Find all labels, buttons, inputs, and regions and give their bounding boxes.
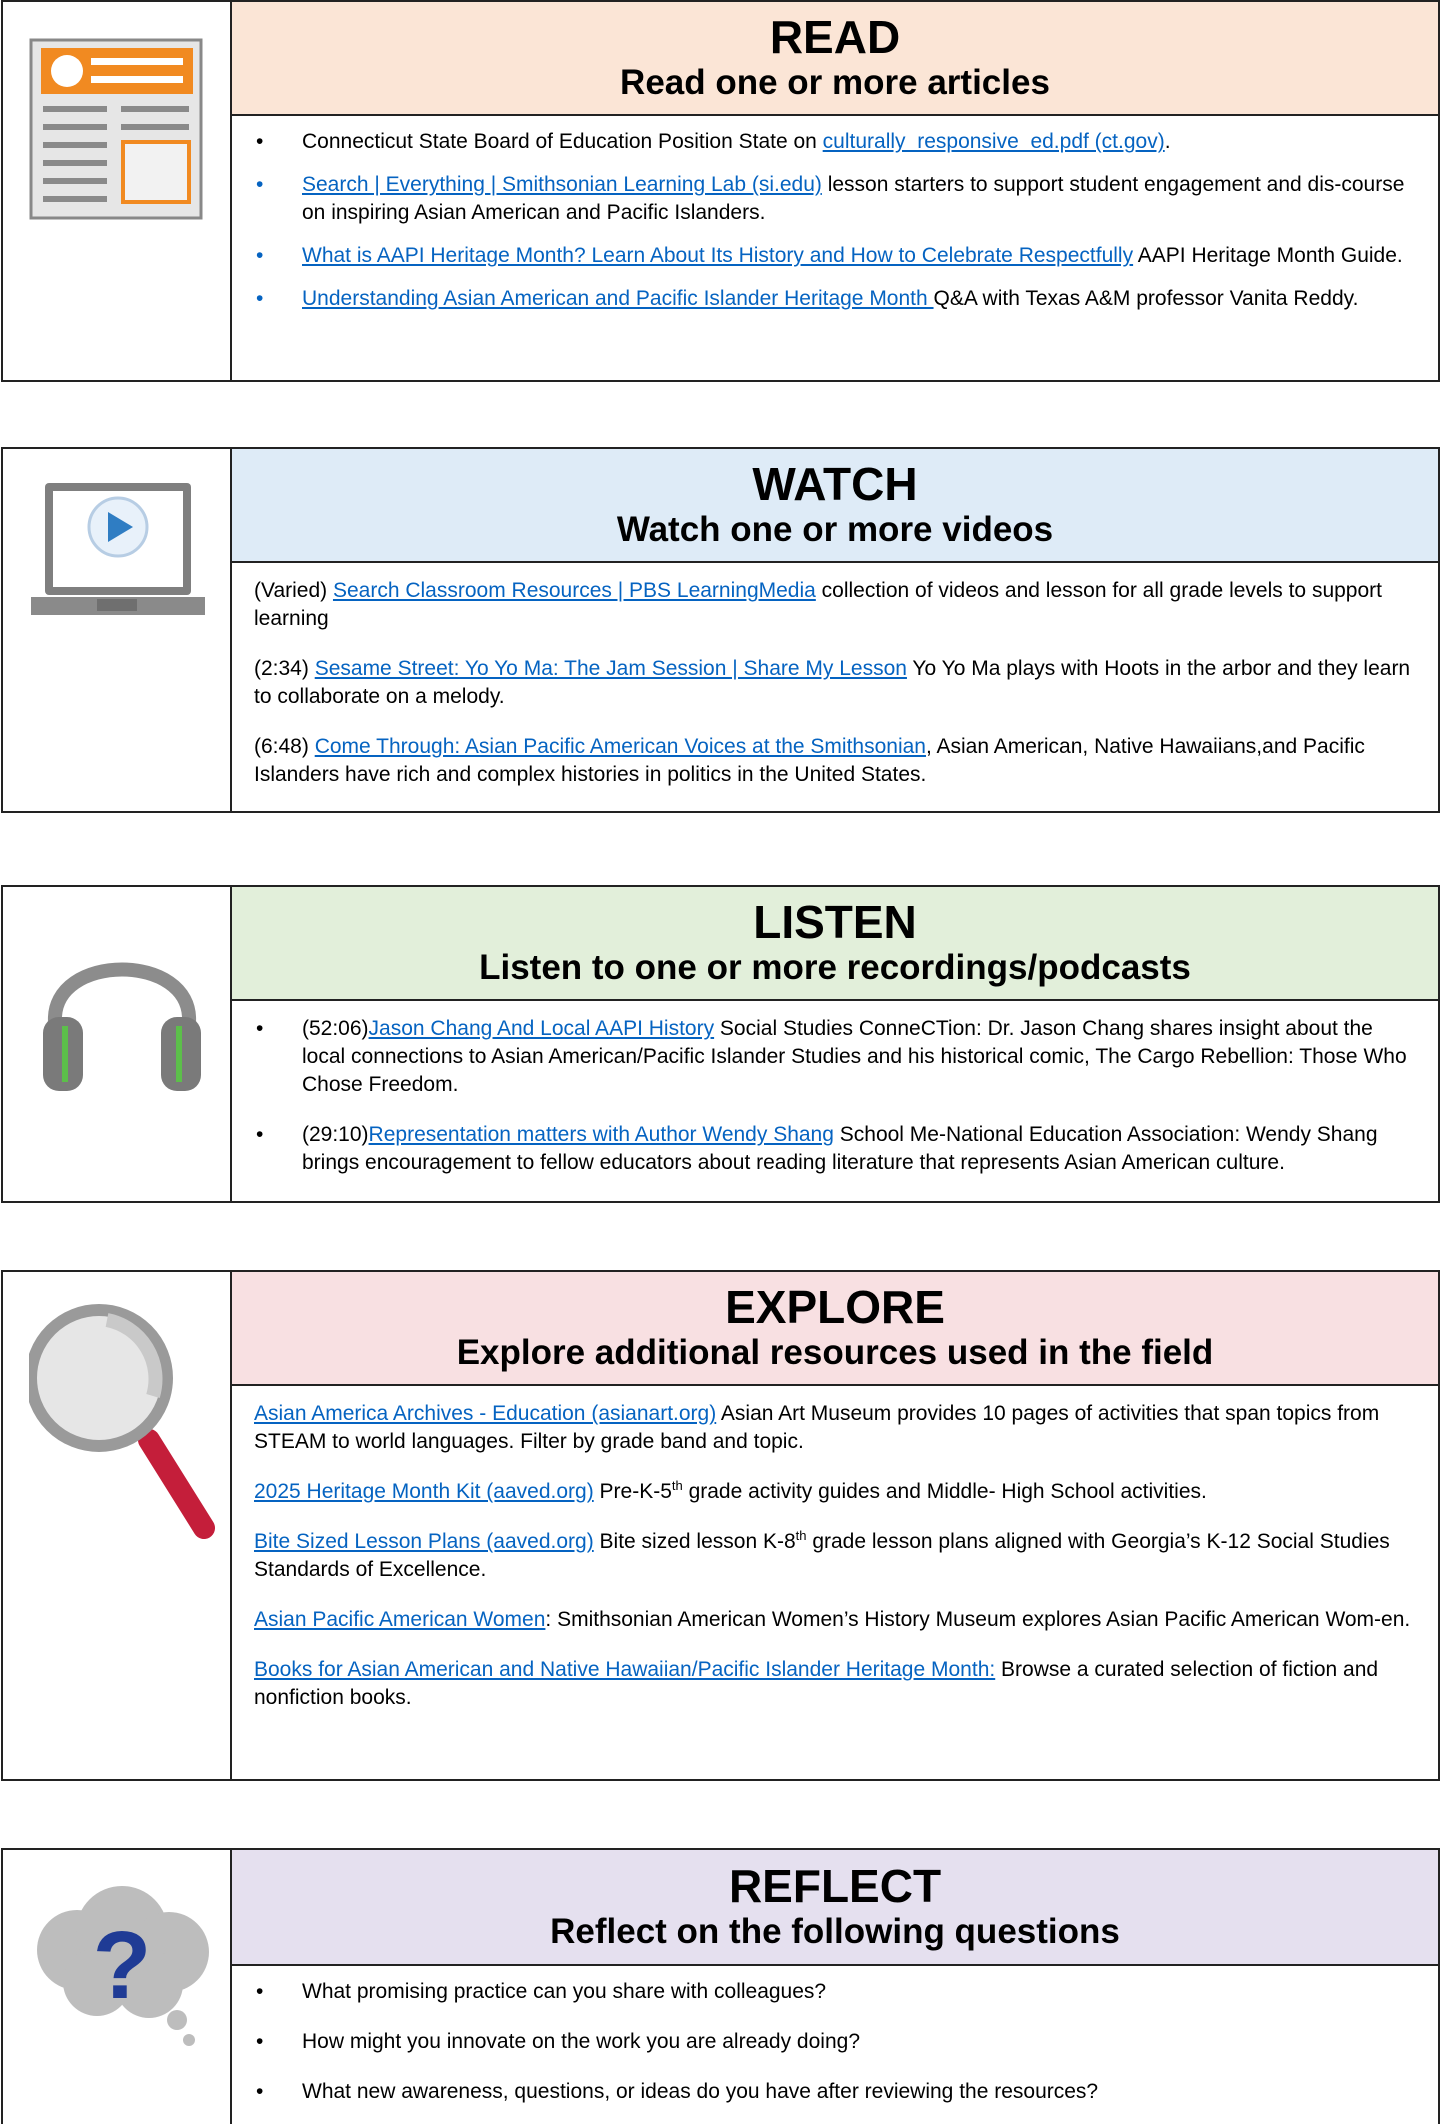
explore-section: EXPLORE Explore additional resources use… xyxy=(1,1270,1440,1781)
bullet: • xyxy=(256,1123,264,1146)
list-item: 2025 Heritage Month Kit (aaved.org) Pre-… xyxy=(254,1478,1207,1503)
resource-link[interactable]: Asian Pacific American Women xyxy=(254,1608,545,1631)
read-section: READ Read one or more articles • Connect… xyxy=(1,0,1440,382)
list-item: Bite Sized Lesson Plans (aaved.org) Bite… xyxy=(254,1528,1390,1581)
explore-icon-cell xyxy=(3,1272,232,1779)
read-subtitle: Read one or more articles xyxy=(620,63,1050,102)
list-item: Books for Asian American and Native Hawa… xyxy=(254,1658,1379,1709)
list-item: • What promising practice can you share … xyxy=(254,1978,1420,2006)
bullet: • xyxy=(256,173,264,196)
video-link[interactable]: Search Classroom Resources | PBS Learnin… xyxy=(333,579,816,602)
bullet: • xyxy=(256,130,264,153)
list-item: Asian America Archives - Education (asia… xyxy=(254,1402,1380,1453)
listen-header: LISTEN Listen to one or more recordings/… xyxy=(232,887,1438,1001)
list-item: • Understanding Asian American and Pacif… xyxy=(254,285,1420,313)
explore-title: EXPLORE xyxy=(725,1281,945,1333)
reflect-icon-cell: ? xyxy=(3,1850,232,2124)
laptop-play-icon xyxy=(31,483,205,615)
resource-link[interactable]: 2025 Heritage Month Kit (aaved.org) xyxy=(254,1480,594,1503)
article-link[interactable]: Understanding Asian American and Pacific… xyxy=(302,287,934,310)
resource-link[interactable]: Books for Asian American and Native Hawa… xyxy=(254,1658,995,1681)
read-icon-cell xyxy=(3,2,232,380)
reflect-title: REFLECT xyxy=(728,1860,942,1912)
watch-title: WATCH xyxy=(752,458,918,510)
reflect-question: What new awareness, questions, or ideas … xyxy=(302,2080,1099,2103)
article-link[interactable]: What is AAPI Heritage Month? Learn About… xyxy=(302,244,1133,267)
podcast-link[interactable]: Representation matters with Author Wendy… xyxy=(369,1123,834,1146)
watch-header: WATCH Watch one or more videos xyxy=(232,449,1438,563)
bullet: • xyxy=(256,244,264,267)
watch-icon-cell xyxy=(3,449,232,811)
list-item: • What new awareness, questions, or idea… xyxy=(254,2078,1420,2106)
video-link[interactable]: Come Through: Asian Pacific American Voi… xyxy=(315,735,926,758)
podcast-link[interactable]: Jason Chang And Local AAPI History xyxy=(369,1017,715,1040)
svg-text:?: ? xyxy=(93,1912,152,2019)
list-item: • Search | Everything | Smithsonian Lear… xyxy=(256,173,1405,224)
resource-link[interactable]: Asian America Archives - Education (asia… xyxy=(254,1402,716,1425)
list-item: • How might you innovate on the work you… xyxy=(254,2028,1420,2056)
article-link[interactable]: Search | Everything | Smithsonian Learni… xyxy=(302,173,822,196)
list-item: (Varied) Search Classroom Resources | PB… xyxy=(254,579,1382,630)
listen-icon-cell xyxy=(3,887,232,1201)
read-title: READ xyxy=(769,11,901,63)
list-item: (6:48) Come Through: Asian Pacific Ameri… xyxy=(254,735,1365,786)
watch-subtitle: Watch one or more videos xyxy=(616,510,1054,549)
reflect-subtitle: Reflect on the following questions xyxy=(550,1912,1120,1951)
bullet: • xyxy=(256,2030,264,2053)
reflect-section: ? REFLECT Reflect on the following quest… xyxy=(1,1848,1440,2124)
bullet: • xyxy=(256,287,264,310)
list-item: • (29:10)Representation matters with Aut… xyxy=(256,1123,1378,1174)
bullet: • xyxy=(256,1017,264,1040)
listen-section: LISTEN Listen to one or more recordings/… xyxy=(1,885,1440,1203)
question-cloud-icon: ? xyxy=(37,1886,209,2046)
list-item: Asian Pacific American Women: Smithsonia… xyxy=(254,1608,1411,1631)
list-item: • (52:06)Jason Chang And Local AAPI Hist… xyxy=(256,1017,1407,1096)
reflect-question: How might you innovate on the work you a… xyxy=(302,2030,860,2053)
video-link[interactable]: Sesame Street: Yo Yo Ma: The Jam Session… xyxy=(315,657,907,680)
reflect-question: What promising practice can you share wi… xyxy=(302,1980,827,2003)
resource-link[interactable]: Bite Sized Lesson Plans (aaved.org) xyxy=(254,1530,594,1553)
magnifier-icon xyxy=(29,1304,215,1539)
headphones-icon xyxy=(43,962,201,1091)
listen-title: LISTEN xyxy=(753,896,917,948)
listen-subtitle: Listen to one or more recordings/podcast… xyxy=(479,948,1191,987)
list-item: • Connecticut State Board of Education P… xyxy=(254,128,1420,156)
list-item: • What is AAPI Heritage Month? Learn Abo… xyxy=(254,242,1420,270)
reflect-header: REFLECT Reflect on the following questio… xyxy=(232,1850,1438,1966)
bullet: • xyxy=(256,1980,264,2003)
explore-subtitle: Explore additional resources used in the… xyxy=(456,1333,1214,1372)
bullet: • xyxy=(256,2080,264,2103)
read-header: READ Read one or more articles xyxy=(232,2,1438,116)
list-item: (2:34) Sesame Street: Yo Yo Ma: The Jam … xyxy=(254,657,1411,708)
article-link[interactable]: culturally_responsive_ed.pdf (ct.gov) xyxy=(823,130,1165,153)
newspaper-icon xyxy=(29,38,203,220)
explore-header: EXPLORE Explore additional resources use… xyxy=(232,1272,1438,1386)
watch-section: WATCH Watch one or more videos (Varied) … xyxy=(1,447,1440,813)
